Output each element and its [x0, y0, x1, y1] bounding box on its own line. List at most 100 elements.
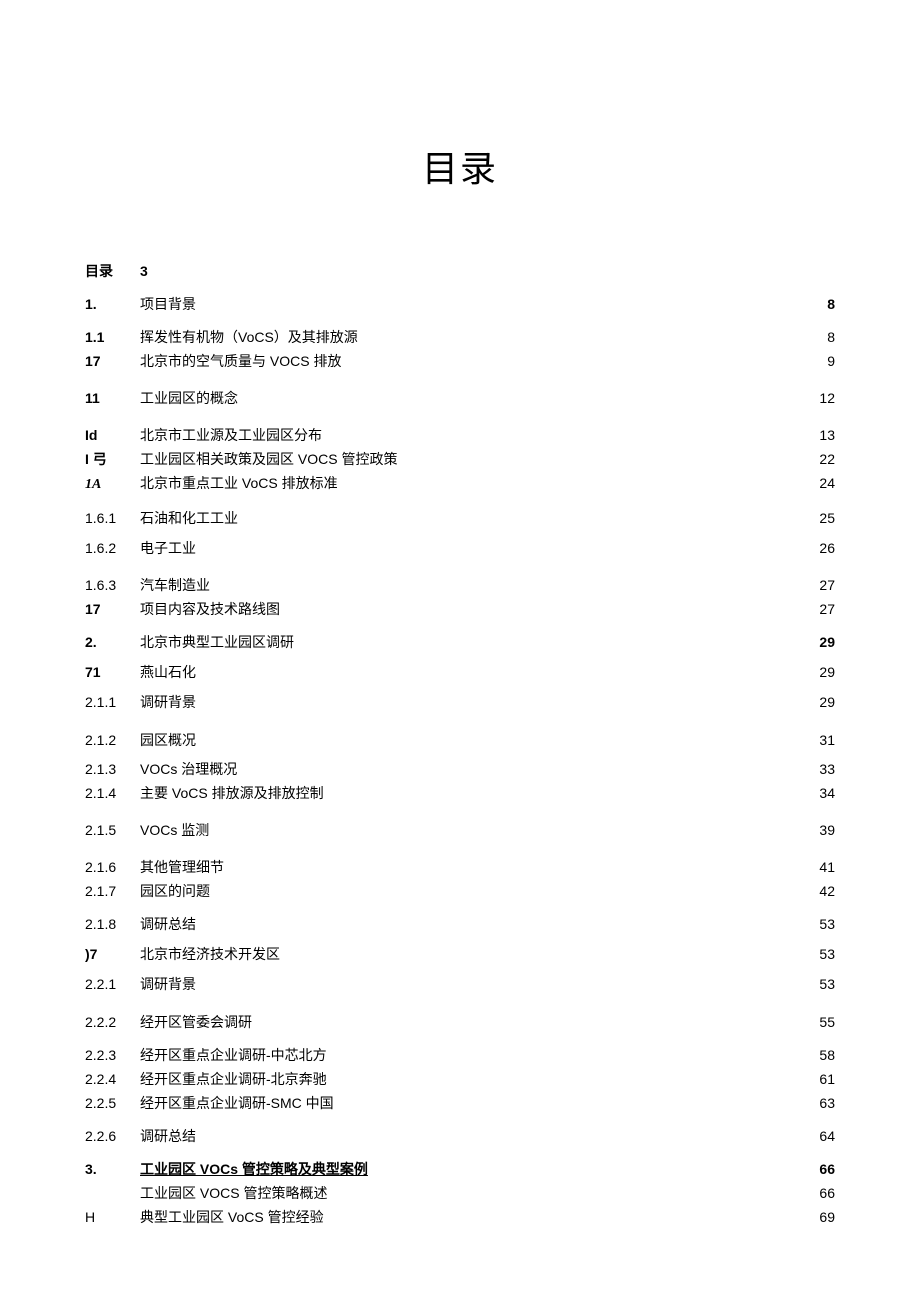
toc-number: 2.2.1 — [85, 974, 140, 994]
toc-text: 汽车制造业 — [140, 576, 811, 594]
page-title: 目录 — [85, 140, 835, 192]
toc-number: 17 — [85, 600, 140, 618]
document-page: 目录 目录31.项目背景81.1挥发性有机物（VoCS）及其排放源817北京市的… — [0, 0, 920, 1301]
toc-number: 1.6.2 — [85, 538, 140, 558]
toc-row: 71燕山石化29 — [85, 662, 835, 682]
toc-row: 2.1.6其他管理细节41 — [85, 858, 835, 876]
toc-row: 2.1.5VOCs 监测39 — [85, 820, 835, 840]
toc-number: 目录 — [85, 262, 140, 280]
toc-number: 1. — [85, 294, 140, 314]
toc-row: 2.1.8调研总结53 — [85, 914, 835, 934]
toc-number: 2.1.8 — [85, 914, 140, 934]
toc-number: 17 — [85, 352, 140, 370]
toc-page: 8 — [811, 294, 835, 314]
toc-row: 2.1.7园区的问题42 — [85, 882, 835, 900]
toc-row: 17项目内容及技术路线图27 — [85, 600, 835, 618]
toc-number: 1.1 — [85, 328, 140, 346]
toc-row: 2.2.6调研总结64 — [85, 1126, 835, 1146]
toc-text: 北京市工业源及工业园区分布 — [140, 426, 811, 444]
toc-row: 1.6.1石油和化工工业25 — [85, 508, 835, 528]
toc-row: 2.1.2园区概况31 — [85, 730, 835, 750]
toc-row: 17北京市的空气质量与 VOCS 排放9 — [85, 352, 835, 370]
toc-number: 2.1.6 — [85, 858, 140, 876]
toc-text: 调研背景 — [140, 692, 811, 712]
toc-number: )7 — [85, 944, 140, 964]
toc-text: 经开区重点企业调研-SMC 中国 — [140, 1094, 811, 1112]
toc-text: 工业园区 VOCS 管控策略概述 — [140, 1184, 811, 1202]
toc-row: 2.2.3经开区重点企业调研-中芯北方58 — [85, 1046, 835, 1064]
toc-page: 55 — [811, 1012, 835, 1032]
toc-number: H — [85, 1208, 140, 1226]
toc-row: 2.1.4主要 VoCS 排放源及排放控制34 — [85, 784, 835, 802]
toc-number: 2.1.5 — [85, 820, 140, 840]
toc-row: 目录3 — [85, 262, 835, 280]
toc-text: 北京市重点工业 VoCS 排放标准 — [140, 474, 811, 492]
toc-text: 项目背景 — [140, 294, 811, 314]
toc-number: 2.1.4 — [85, 784, 140, 802]
toc-page: 33 — [811, 760, 835, 778]
toc-text: 电子工业 — [140, 538, 811, 558]
toc-page: 53 — [811, 944, 835, 964]
toc-page: 42 — [811, 882, 835, 900]
toc-text: 主要 VoCS 排放源及排放控制 — [140, 784, 811, 802]
toc-page: 24 — [811, 474, 835, 492]
toc-text: 其他管理细节 — [140, 858, 811, 876]
toc-row: )7北京市经济技术开发区53 — [85, 944, 835, 964]
toc-page: 61 — [811, 1070, 835, 1088]
toc-page: 69 — [811, 1208, 835, 1226]
toc-text: 园区概况 — [140, 730, 811, 750]
toc-page: 58 — [811, 1046, 835, 1064]
toc-row: 2.1.1调研背景29 — [85, 692, 835, 712]
toc-page: 29 — [811, 662, 835, 682]
toc-text: 工业园区的概念 — [140, 388, 811, 408]
toc-text: 工业园区 VOCs 管控策略及典型案例 — [140, 1160, 811, 1178]
toc-row: 1.项目背景8 — [85, 294, 835, 314]
toc-page: 27 — [811, 576, 835, 594]
toc-text: 典型工业园区 VoCS 管控经验 — [140, 1208, 811, 1226]
toc-page: 25 — [811, 508, 835, 528]
toc-row: I 弓工业园区相关政策及园区 VOCS 管控政策22 — [85, 450, 835, 468]
toc-page: 63 — [811, 1094, 835, 1112]
toc-page: 9 — [811, 352, 835, 370]
toc-row: 3.工业园区 VOCs 管控策略及典型案例66 — [85, 1160, 835, 1178]
toc-page: 53 — [811, 974, 835, 994]
toc-number: 2.1.2 — [85, 730, 140, 750]
toc-page: 13 — [811, 426, 835, 444]
toc-text: 调研总结 — [140, 914, 811, 934]
toc-number: 2.2.5 — [85, 1094, 140, 1112]
toc-number: Id — [85, 426, 140, 444]
toc-row: 2.北京市典型工业园区调研29 — [85, 632, 835, 652]
toc-row: 1A北京市重点工业 VoCS 排放标准24 — [85, 474, 835, 494]
toc-number: 2.2.6 — [85, 1126, 140, 1146]
toc-row: 1.6.3汽车制造业27 — [85, 576, 835, 594]
toc-page: 27 — [811, 600, 835, 618]
toc-page: 34 — [811, 784, 835, 802]
toc-page: 22 — [811, 450, 835, 468]
toc-text: 调研背景 — [140, 974, 811, 994]
toc-number: I 弓 — [85, 450, 140, 468]
toc-page: 8 — [811, 328, 835, 346]
toc-row: 1.1挥发性有机物（VoCS）及其排放源8 — [85, 328, 835, 346]
toc-number: 71 — [85, 662, 140, 682]
toc-row: Id北京市工业源及工业园区分布13 — [85, 426, 835, 444]
toc-row: 2.1.3VOCs 治理概况33 — [85, 760, 835, 778]
toc-row: 2.2.4经开区重点企业调研-北京奔驰61 — [85, 1070, 835, 1088]
toc-number: 2.1.7 — [85, 882, 140, 900]
toc-text: 北京市典型工业园区调研 — [140, 632, 811, 652]
toc-page: 53 — [811, 914, 835, 934]
toc-row: H典型工业园区 VoCS 管控经验69 — [85, 1208, 835, 1226]
toc-page: 26 — [811, 538, 835, 558]
toc-text: VOCs 监测 — [140, 820, 811, 840]
toc-number: 3. — [85, 1160, 140, 1178]
toc-number: 2.1.1 — [85, 692, 140, 712]
toc-text: 经开区重点企业调研-北京奔驰 — [140, 1070, 811, 1088]
toc-number: 2.2.4 — [85, 1070, 140, 1088]
toc-page: 66 — [811, 1160, 835, 1178]
toc-number: 1.6.1 — [85, 508, 140, 528]
toc-page: 64 — [811, 1126, 835, 1146]
toc-page: 39 — [811, 820, 835, 840]
toc-text: 北京市的空气质量与 VOCS 排放 — [140, 352, 811, 370]
toc-text: 经开区管委会调研 — [140, 1012, 811, 1032]
toc-text: 石油和化工工业 — [140, 508, 811, 528]
toc-row: 工业园区 VOCS 管控策略概述66 — [85, 1184, 835, 1202]
